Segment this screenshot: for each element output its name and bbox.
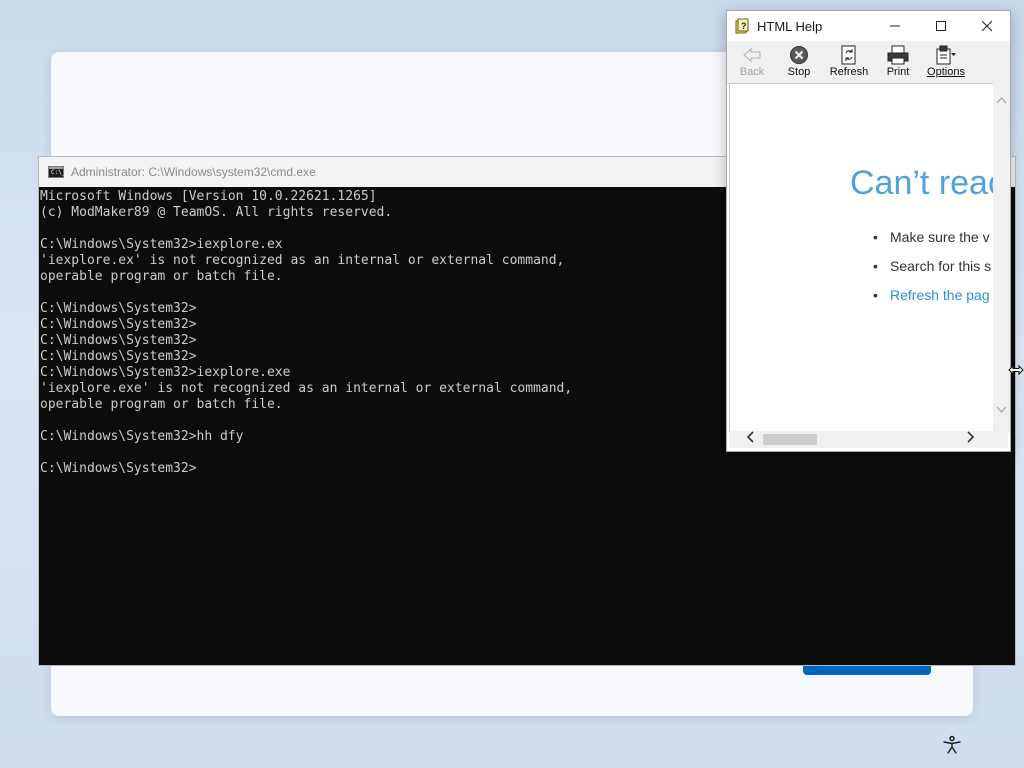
options-label: Options [927, 66, 965, 78]
list-item: • Make sure the v [873, 229, 991, 258]
help-app-icon: ? [735, 18, 751, 34]
print-button[interactable]: Print [875, 41, 921, 78]
back-button[interactable]: Back [729, 41, 775, 78]
printer-icon [887, 45, 909, 65]
stop-icon [788, 45, 810, 65]
horizontal-scroll-thumb[interactable] [763, 434, 817, 445]
bullet-icon: • [873, 258, 878, 274]
cmd-window-title: Administrator: C:\Windows\system32\cmd.e… [71, 165, 316, 179]
suggestion-search: Search for this s [890, 258, 992, 274]
scroll-up-icon[interactable] [993, 95, 1010, 107]
help-content-pane[interactable]: Can’t reac • Make sure the v • Search fo… [729, 83, 1008, 433]
refresh-icon [838, 45, 860, 65]
list-item: • Refresh the pag [873, 287, 991, 316]
scroll-down-icon[interactable] [993, 405, 1010, 417]
help-toolbar: Back Stop Refresh Print Options [727, 41, 1010, 84]
help-window-title: HTML Help [757, 18, 823, 34]
refresh-button[interactable]: Refresh [823, 41, 875, 78]
print-label: Print [886, 66, 910, 78]
stop-label: Stop [787, 66, 811, 78]
bullet-icon: • [873, 287, 878, 303]
html-help-window[interactable]: ? HTML Help Back Stop Refresh Print Opti… [726, 10, 1011, 452]
resize-cursor-icon [1008, 364, 1024, 379]
refresh-page-link[interactable]: Refresh the pag [890, 287, 990, 303]
bullet-icon: • [873, 229, 878, 245]
back-arrow-icon [741, 45, 763, 65]
minimize-icon[interactable] [872, 11, 918, 41]
help-titlebar[interactable]: ? HTML Help [727, 11, 1010, 41]
refresh-label: Refresh [829, 66, 869, 78]
cmd-app-icon: C:\_ [48, 166, 66, 178]
options-icon [935, 45, 957, 65]
maximize-icon[interactable] [918, 11, 964, 41]
back-label: Back [739, 66, 765, 78]
accessibility-icon[interactable] [940, 733, 964, 757]
error-heading: Can’t reac [850, 164, 1005, 202]
cmd-app-icon-text: C:\_ [51, 169, 66, 176]
suggestion-check-address: Make sure the v [890, 229, 990, 245]
scroll-right-icon[interactable] [966, 431, 975, 448]
horizontal-scrollbar[interactable] [729, 431, 1008, 448]
error-suggestions-list: • Make sure the v • Search for this s • … [873, 229, 991, 316]
list-item: • Search for this s [873, 258, 991, 287]
scroll-left-icon[interactable] [746, 431, 755, 448]
options-button[interactable]: Options [921, 41, 971, 78]
setup-next-button[interactable] [803, 665, 931, 675]
vertical-scrollbar[interactable] [993, 83, 1010, 433]
close-icon[interactable] [964, 11, 1010, 41]
svg-text:?: ? [741, 21, 747, 31]
console-line: C:\Windows\System32> [40, 461, 197, 476]
stop-button[interactable]: Stop [775, 41, 823, 78]
